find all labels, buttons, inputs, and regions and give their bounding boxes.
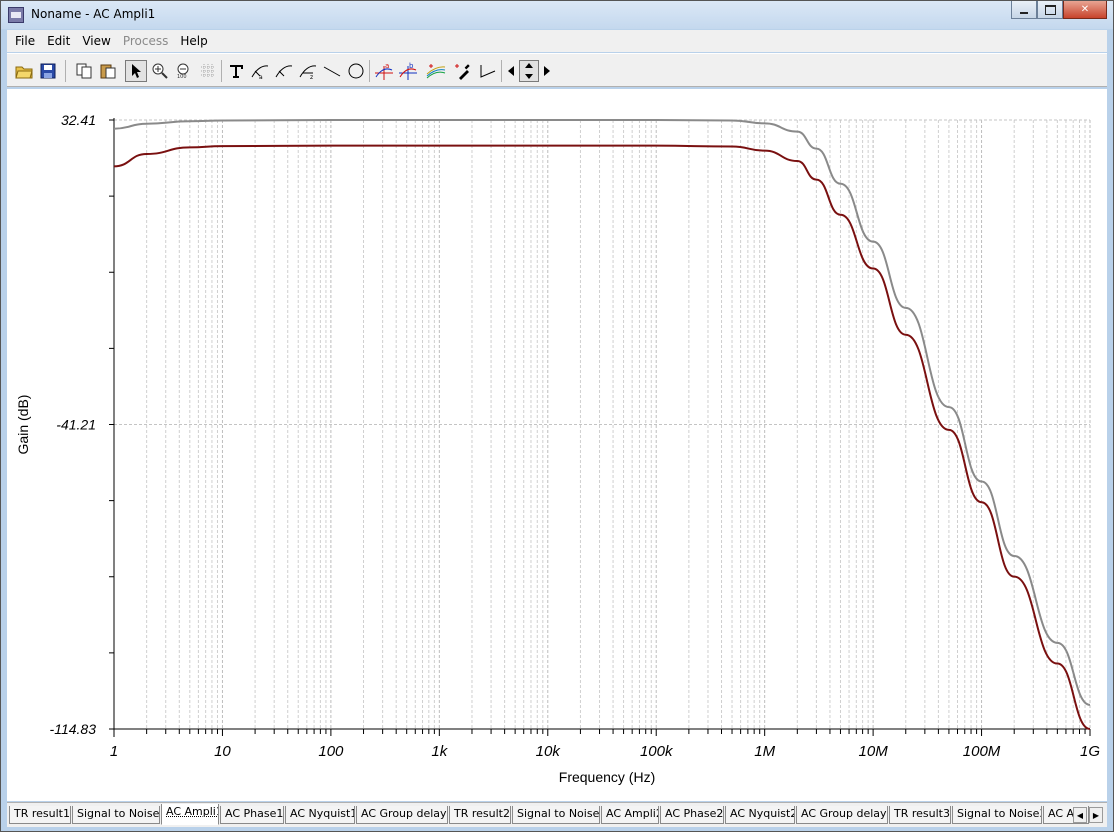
arrow-updown-icon[interactable] (519, 60, 539, 82)
svg-text:z: z (310, 74, 313, 79)
menu-bar: File Edit View Process Help (7, 30, 1107, 52)
curves-icon[interactable] (425, 60, 447, 82)
tab-signal-to-noise3[interactable]: Signal to Noise3 (952, 806, 1042, 824)
copy-icon[interactable] (73, 60, 95, 82)
menu-view[interactable]: View (76, 34, 116, 48)
tab-ac-group-delay1[interactable]: AC Group delay1 (356, 806, 448, 824)
cursor-a-icon[interactable]: a (373, 60, 395, 82)
cursor-b-icon[interactable]: b (397, 60, 419, 82)
x-tick-label: 100 (318, 743, 344, 760)
y-tick-label: -41.21 (56, 417, 96, 433)
x-tick-label: 10k (536, 743, 562, 760)
plot-area[interactable]: 1 10 100 1k 10k 100k 1M 10M 100M 1G 32.41 -41.21 -11… (7, 89, 1107, 801)
x-tick-label: 1M (754, 743, 775, 760)
svg-text:b: b (409, 62, 414, 70)
grid-icon[interactable] (197, 60, 219, 82)
x-tick-label: 10M (859, 743, 889, 760)
curve-label-2-icon[interactable] (273, 60, 295, 82)
text-icon[interactable] (225, 60, 247, 82)
tab-signal-to-noise2[interactable]: Signal to Noise2 (512, 806, 600, 824)
arrow-left-icon[interactable] (504, 60, 518, 82)
application-window: Noname - AC Ampli1 ✕ File Edit View Proc… (0, 0, 1114, 832)
toolbar-separator (221, 60, 222, 82)
window-controls: ✕ (1011, 1, 1107, 21)
x-tick-label: 10 (214, 743, 231, 760)
minimize-button[interactable] (1011, 1, 1037, 19)
step-icon[interactable] (477, 60, 499, 82)
select-pointer-icon[interactable] (125, 60, 147, 82)
x-tick-label: 100k (640, 743, 674, 760)
tab-tr-result2[interactable]: TR result2 (449, 806, 511, 824)
save-icon[interactable] (37, 60, 59, 82)
tab-tr-result3[interactable]: TR result3 (889, 806, 951, 824)
tab-ac-ampli2[interactable]: AC Ampli2 (601, 806, 659, 824)
gain-chart[interactable]: 1 10 100 1k 10k 100k 1M 10M 100M 1G 32.41 -41.21 -11… (7, 89, 1107, 801)
window-title: Noname - AC Ampli1 (31, 7, 156, 21)
tab-ac-ampli1[interactable]: AC Ampli1 (161, 804, 219, 825)
probe-icon[interactable] (451, 60, 473, 82)
x-tick-label: 1k (431, 743, 448, 760)
svg-text:a: a (259, 74, 263, 79)
open-folder-icon[interactable] (13, 60, 35, 82)
toolbar: 100 a z a b (7, 53, 1107, 87)
toolbar-separator (369, 60, 370, 82)
tab-ac-nyquist1[interactable]: AC Nyquist1 (285, 806, 355, 824)
tab-signal-to-noise1[interactable]: Signal to Noise1 (72, 806, 160, 824)
y-axis-label: Gain (dB) (15, 395, 31, 455)
tab-ac-nyquist2[interactable]: AC Nyquist2 (725, 806, 795, 824)
menu-file[interactable]: File (9, 34, 41, 48)
menu-edit[interactable]: Edit (41, 34, 76, 48)
series-line-1[interactable] (113, 118, 1091, 706)
toolbar-separator (65, 60, 66, 82)
tab-scroll-right-button[interactable]: ▶ (1089, 807, 1103, 823)
maximize-button[interactable] (1037, 1, 1063, 19)
circle-icon[interactable] (345, 60, 367, 82)
menu-help[interactable]: Help (174, 34, 213, 48)
y-tick-label: 32.41 (61, 112, 96, 128)
title-bar[interactable]: Noname - AC Ampli1 ✕ (1, 1, 1113, 29)
svg-text:100: 100 (177, 74, 187, 79)
svg-text:a: a (385, 62, 389, 70)
y-tick-label: -114.83 (50, 721, 97, 737)
zoom-in-icon[interactable] (149, 60, 171, 82)
tab-ac-phase2[interactable]: AC Phase2 (660, 806, 724, 824)
menu-process[interactable]: Process (117, 34, 175, 48)
tab-ac-group-delay2[interactable]: AC Group delay2 (796, 806, 888, 824)
tab-scroll-left-button[interactable]: ◀ (1073, 807, 1087, 823)
x-axis-label: Frequency (Hz) (559, 769, 655, 785)
curve-label-3-icon[interactable]: z (297, 60, 319, 82)
app-icon[interactable] (8, 7, 24, 23)
line-icon[interactable] (321, 60, 343, 82)
tab-tr-result1[interactable]: TR result1 (9, 806, 71, 824)
result-tabs: TR result1 Signal to Noise1 AC Ampli1 AC Ph… (7, 802, 1107, 827)
x-tick-label: 1 (110, 743, 118, 760)
series-line-2[interactable] (113, 144, 1091, 730)
toolbar-separator (501, 60, 502, 82)
zoom-100-icon[interactable]: 100 (173, 60, 195, 82)
arrow-right-icon[interactable] (540, 60, 554, 82)
x-tick-label: 100M (963, 743, 1001, 760)
close-button[interactable]: ✕ (1063, 1, 1107, 19)
tab-ac-phase1[interactable]: AC Phase1 (220, 806, 284, 824)
curve-label-icon[interactable]: a (249, 60, 271, 82)
paste-icon[interactable] (97, 60, 119, 82)
x-tick-label: 1G (1080, 743, 1100, 760)
